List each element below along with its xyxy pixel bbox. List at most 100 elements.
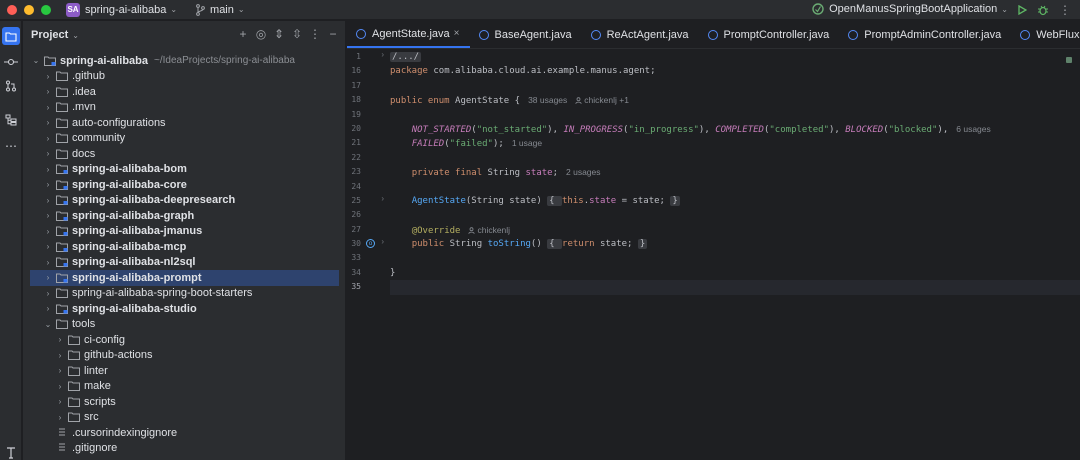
chevron-right-icon[interactable]: › — [43, 180, 53, 189]
tree-folder[interactable]: › spring-ai-alibaba-studio — [23, 301, 346, 317]
folded-brace[interactable]: { — [547, 195, 562, 206]
tree-folder[interactable]: › spring-ai-alibaba-mcp — [23, 239, 346, 255]
chevron-down-icon: ⌄ — [1001, 4, 1008, 14]
expand-all-icon[interactable]: ⇕ — [273, 28, 285, 40]
tree-folder[interactable]: › make — [23, 379, 346, 395]
project-panel-title[interactable]: Project — [31, 29, 68, 41]
chevron-right-icon[interactable]: › — [43, 72, 53, 81]
editor-tab[interactable]: WebFluxSseClientTransportBuild — [1011, 21, 1080, 48]
chevron-right-icon[interactable]: › — [43, 103, 53, 112]
new-file-icon[interactable]: + — [237, 28, 249, 40]
module-folder-icon — [56, 304, 68, 314]
locate-file-icon[interactable]: ◎ — [255, 28, 267, 40]
usages-hint[interactable]: 2 usages — [566, 167, 601, 177]
folded-imports[interactable]: /.../ — [390, 52, 422, 62]
chevron-right-icon[interactable]: › — [43, 87, 53, 96]
chevron-right-icon[interactable]: › — [43, 134, 53, 143]
chevron-right-icon[interactable]: › — [55, 413, 65, 422]
tree-folder[interactable]: › spring-ai-alibaba-graph — [23, 208, 346, 224]
chevron-right-icon[interactable]: › — [55, 382, 65, 391]
chevron-down-icon[interactable]: ⌄ — [238, 5, 245, 14]
tree-folder[interactable]: › docs — [23, 146, 346, 162]
chevron-right-icon[interactable]: › — [43, 118, 53, 127]
git-branch-icon[interactable] — [195, 3, 205, 16]
commit-tool-button[interactable] — [2, 53, 20, 71]
project-tool-button[interactable] — [2, 27, 20, 45]
chevron-down-icon[interactable]: ⌄ — [31, 56, 41, 65]
tree-folder[interactable]: › spring-ai-alibaba-prompt — [30, 270, 339, 286]
tree-folder[interactable]: › github-actions — [23, 348, 346, 364]
debug-button[interactable] — [1036, 3, 1050, 17]
close-tab-icon[interactable]: × — [454, 28, 460, 39]
minimize-window-button[interactable] — [24, 4, 34, 15]
tree-item-label: auto-configurations — [72, 116, 166, 129]
tree-file[interactable]: .gitignore — [23, 441, 346, 457]
tree-folder[interactable]: › spring-ai-alibaba-spring-boot-starters — [23, 286, 346, 302]
close-window-button[interactable] — [7, 4, 17, 15]
editor-tab[interactable]: PromptController.java — [699, 21, 840, 48]
terminal-tool-button[interactable] — [2, 444, 20, 460]
tree-folder[interactable]: › spring-ai-alibaba-jmanus — [23, 224, 346, 240]
chevron-right-icon[interactable]: › — [55, 397, 65, 406]
usages-hint[interactable]: 1 usage — [512, 138, 542, 148]
collapse-all-icon[interactable]: ⇳ — [291, 28, 303, 40]
tree-folder[interactable]: › scripts — [23, 394, 346, 410]
structure-tool-button[interactable] — [2, 111, 20, 129]
options-icon[interactable]: ⋮ — [309, 28, 321, 40]
tree-folder[interactable]: › ci-config — [23, 332, 346, 348]
author-hint[interactable]: chickenlj +1 — [575, 95, 629, 105]
usages-hint[interactable]: 6 usages — [956, 124, 991, 134]
tree-root[interactable]: ⌄ spring-ai-alibaba ~/IdeaProjects/sprin… — [23, 53, 346, 69]
project-switcher[interactable]: spring-ai-alibaba — [85, 4, 166, 16]
editor-tab[interactable]: BaseAgent.java — [470, 21, 582, 48]
chevron-down-icon[interactable]: ⌄ — [43, 320, 53, 329]
tree-folder[interactable]: ⌄ tools — [23, 317, 346, 333]
project-badge[interactable]: SA — [66, 2, 80, 17]
chevron-down-icon[interactable]: ⌄ — [72, 31, 79, 40]
hide-panel-icon[interactable]: − — [327, 28, 339, 40]
chevron-right-icon[interactable]: › — [43, 227, 53, 236]
usages-hint[interactable]: 38 usages — [528, 95, 567, 105]
chevron-right-icon[interactable]: › — [43, 273, 53, 282]
editor-tab[interactable]: ReActAgent.java — [582, 21, 699, 48]
tree-folder[interactable]: › community — [23, 131, 346, 147]
tree-folder[interactable]: › spring-ai-alibaba-nl2sql — [23, 255, 346, 271]
pull-requests-tool-button[interactable] — [2, 77, 20, 95]
zoom-window-button[interactable] — [41, 4, 51, 15]
tree-folder[interactable]: › auto-configurations — [23, 115, 346, 131]
chevron-right-icon[interactable]: › — [43, 289, 53, 298]
chevron-right-icon[interactable]: › — [43, 196, 53, 205]
author-hint[interactable]: chickenlj — [468, 225, 510, 235]
inspection-ok-indicator[interactable] — [1066, 57, 1072, 63]
more-tool-windows-button[interactable]: ⋯ — [2, 137, 20, 155]
chevron-right-icon[interactable]: › — [55, 335, 65, 344]
chevron-right-icon[interactable]: › — [43, 211, 53, 220]
folded-brace[interactable]: { — [547, 239, 563, 250]
run-configuration-selector[interactable]: OpenManusSpringBootApplication ⌄ — [812, 3, 1008, 15]
tree-folder[interactable]: › spring-ai-alibaba-deepresearch — [23, 193, 346, 209]
code-area[interactable]: /.../ package com.alibaba.cloud.ai.examp… — [390, 50, 1080, 295]
more-actions-button[interactable]: ⋮ — [1058, 3, 1072, 17]
chevron-right-icon[interactable]: › — [43, 165, 53, 174]
chevron-right-icon[interactable]: › — [55, 366, 65, 375]
chevron-right-icon[interactable]: › — [43, 258, 53, 267]
tree-folder[interactable]: › src — [23, 410, 346, 426]
folded-brace[interactable]: } — [670, 195, 680, 206]
chevron-right-icon[interactable]: › — [43, 242, 53, 251]
chevron-down-icon[interactable]: ⌄ — [170, 5, 177, 14]
editor-tab[interactable]: AgentState.java × — [347, 21, 470, 48]
chevron-right-icon[interactable]: › — [55, 351, 65, 360]
run-button[interactable] — [1015, 3, 1029, 17]
tree-folder[interactable]: › spring-ai-alibaba-core — [23, 177, 346, 193]
tree-folder[interactable]: › linter — [23, 363, 346, 379]
chevron-right-icon[interactable]: › — [43, 149, 53, 158]
tree-folder[interactable]: › .idea — [23, 84, 346, 100]
tree-folder[interactable]: › spring-ai-alibaba-bom — [23, 162, 346, 178]
editor-tab[interactable]: PromptAdminController.java — [839, 21, 1011, 48]
folded-brace[interactable]: } — [637, 239, 648, 250]
branch-switcher[interactable]: main — [210, 4, 234, 16]
tree-file[interactable]: .cursorindexingignore — [23, 425, 346, 441]
tree-folder[interactable]: › .mvn — [23, 100, 346, 116]
tree-folder[interactable]: › .github — [23, 69, 346, 85]
chevron-right-icon[interactable]: › — [43, 304, 53, 313]
